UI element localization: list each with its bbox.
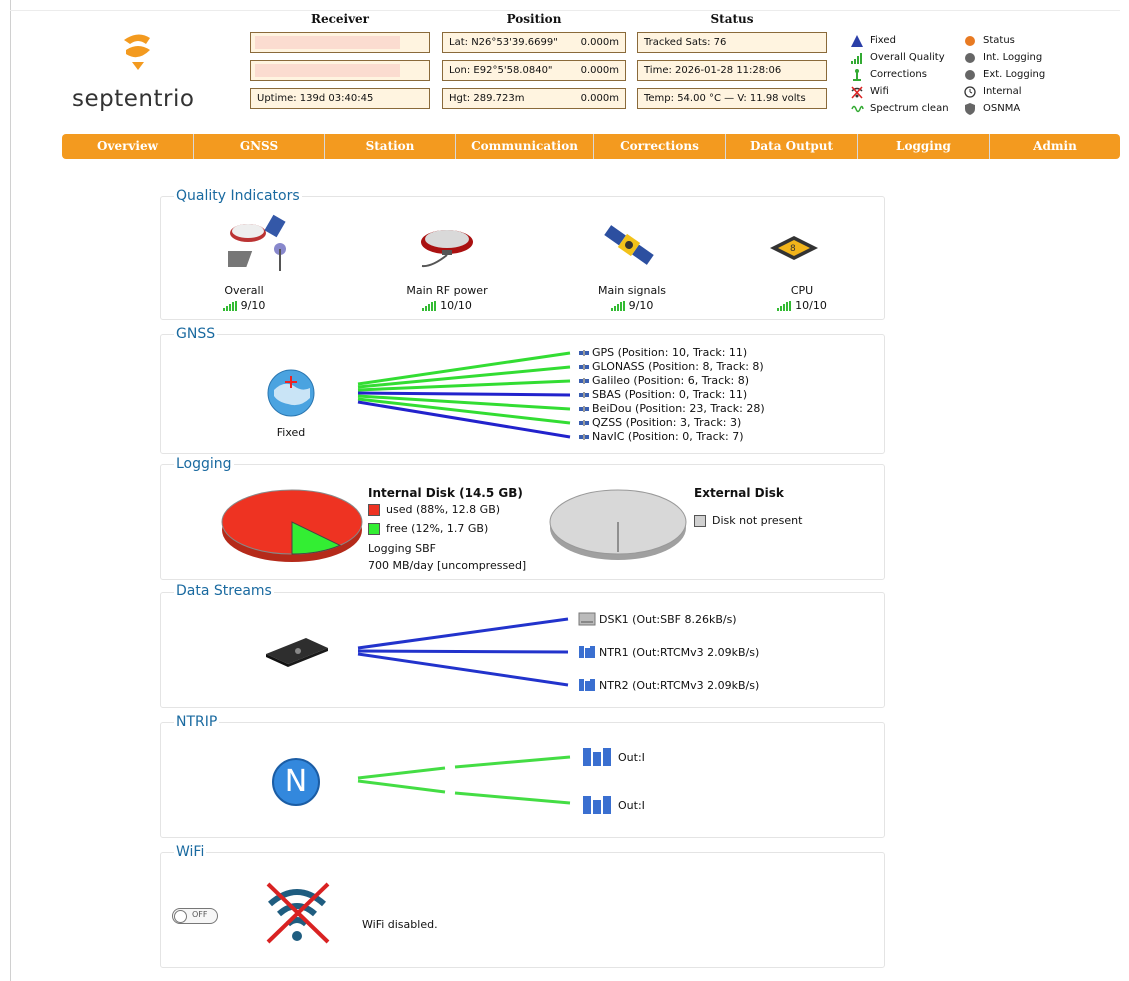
network-icon <box>583 748 611 766</box>
wifi-status: WiFi disabled. <box>362 918 438 931</box>
ntrip-output-1[interactable]: Out:I <box>582 748 645 766</box>
toggle-knob <box>174 910 187 923</box>
section-title-wifi: WiFi <box>174 844 207 860</box>
wifi-toggle[interactable]: OFF <box>172 908 218 924</box>
wifi-disabled-icon <box>266 882 330 944</box>
network-icon <box>583 796 611 814</box>
ntrip-output-2[interactable]: Out:I <box>582 796 645 814</box>
ntrip-links <box>357 755 571 805</box>
